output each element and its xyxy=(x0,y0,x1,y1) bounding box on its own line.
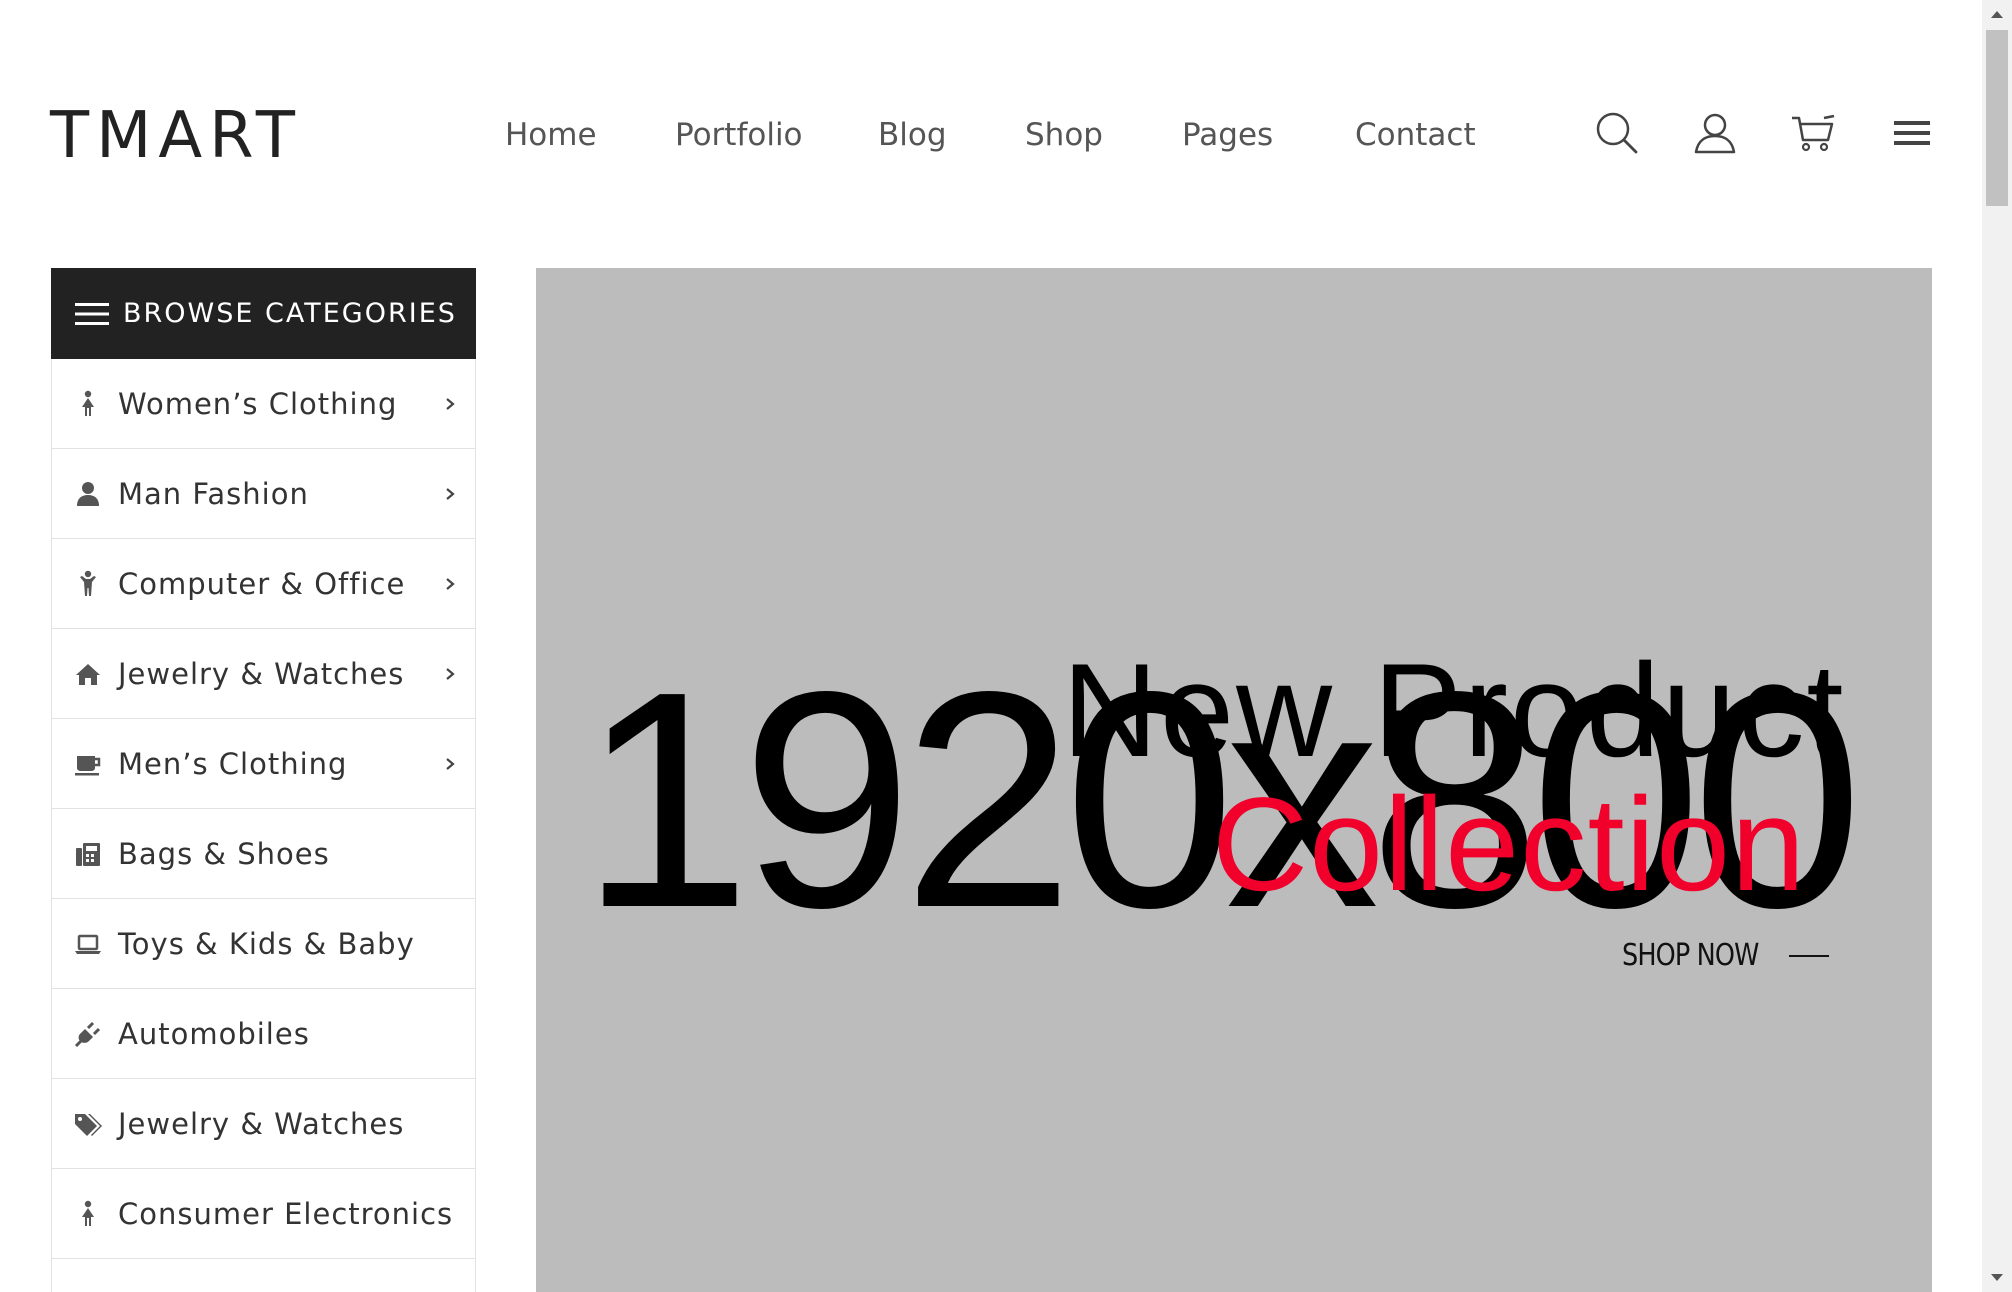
category-item[interactable]: Jewelry & Watches xyxy=(52,629,475,719)
scroll-down-arrow-icon[interactable] xyxy=(1982,1262,2012,1292)
cart-icon[interactable] xyxy=(1790,110,1836,156)
nav-home[interactable]: Home xyxy=(505,112,597,158)
laptop-icon xyxy=(74,930,102,958)
category-label: Men’s Clothing xyxy=(118,746,348,781)
hamburger-menu-icon[interactable] xyxy=(1889,110,1935,156)
category-item[interactable] xyxy=(52,1259,475,1292)
hero-title-line2: Collection xyxy=(1212,771,1807,919)
category-label: Computer & Office xyxy=(118,566,406,601)
browse-categories-title: BROWSE CATEGORIES xyxy=(123,298,457,329)
nav-blog[interactable]: Blog xyxy=(878,112,947,158)
menu-lines-icon xyxy=(75,302,109,326)
category-label: Toys & Kids & Baby xyxy=(118,926,415,961)
category-label: Man Fashion xyxy=(118,476,309,511)
category-item[interactable]: Jewelry & Watches xyxy=(52,1079,475,1169)
category-label: Jewelry & Watches xyxy=(118,1106,405,1141)
chevron-right-icon xyxy=(443,753,457,775)
scrollbar-thumb[interactable] xyxy=(1986,30,2008,206)
category-label: Women’s Clothing xyxy=(118,386,398,421)
plug-icon xyxy=(74,1020,102,1048)
female-icon xyxy=(74,390,102,418)
scroll-up-arrow-icon[interactable] xyxy=(1982,0,2012,30)
female-icon xyxy=(74,1200,102,1228)
hero-banner[interactable]: 1920x800 New Product Collection SHOP NOW xyxy=(536,268,1932,1292)
chevron-right-icon xyxy=(443,573,457,595)
category-item[interactable]: Automobiles xyxy=(52,989,475,1079)
child-icon xyxy=(74,570,102,598)
tags-icon xyxy=(74,1110,102,1138)
nav-contact[interactable]: Contact xyxy=(1355,112,1476,158)
category-list: Women’s Clothing Man Fashion Computer & … xyxy=(51,359,476,1292)
user-icon[interactable] xyxy=(1692,110,1738,156)
coffee-cup-icon xyxy=(74,750,102,778)
user-icon xyxy=(74,480,102,508)
category-label: Jewelry & Watches xyxy=(118,656,405,691)
chevron-right-icon xyxy=(443,663,457,685)
category-item[interactable]: Toys & Kids & Baby xyxy=(52,899,475,989)
nav-pages[interactable]: Pages xyxy=(1182,112,1273,158)
category-label: Consumer Electronics xyxy=(118,1196,454,1231)
chevron-right-icon xyxy=(443,393,457,415)
category-item[interactable]: Consumer Electronics xyxy=(52,1169,475,1259)
hero-title-line1: New Product xyxy=(1062,637,1846,785)
category-item[interactable]: Man Fashion xyxy=(52,449,475,539)
browse-categories-header[interactable]: BROWSE CATEGORIES xyxy=(51,268,476,359)
home-icon xyxy=(74,660,102,688)
shop-now-button[interactable]: SHOP NOW xyxy=(1622,938,1829,973)
category-item[interactable]: Bags & Shoes xyxy=(52,809,475,899)
page-scrollbar[interactable] xyxy=(1982,0,2012,1292)
fax-icon xyxy=(74,840,102,868)
nav-shop[interactable]: Shop xyxy=(1025,112,1103,158)
category-item[interactable]: Computer & Office xyxy=(52,539,475,629)
category-sidebar: BROWSE CATEGORIES Women’s Clothing Man F… xyxy=(51,268,476,1292)
category-label: Bags & Shoes xyxy=(118,836,330,871)
search-icon[interactable] xyxy=(1594,110,1640,156)
category-item[interactable]: Women’s Clothing xyxy=(52,359,475,449)
site-logo[interactable]: TMART xyxy=(50,98,302,174)
shop-now-label: SHOP NOW xyxy=(1622,938,1759,973)
chevron-right-icon xyxy=(443,483,457,505)
shop-now-line xyxy=(1788,954,1829,957)
category-item[interactable]: Men’s Clothing xyxy=(52,719,475,809)
nav-portfolio[interactable]: Portfolio xyxy=(675,112,803,158)
category-label: Automobiles xyxy=(118,1016,310,1051)
